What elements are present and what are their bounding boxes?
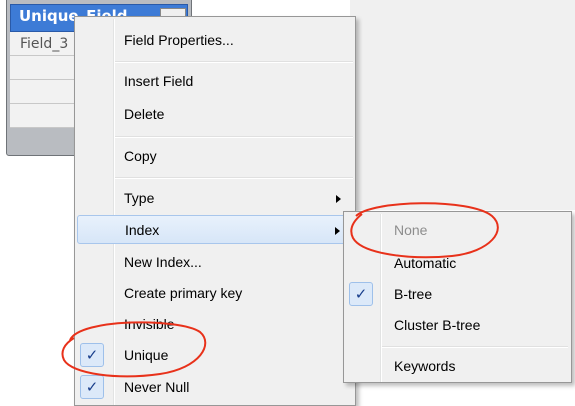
menu-item-type[interactable]: Type [77, 184, 353, 213]
menu-item-delete[interactable]: Delete [77, 100, 353, 129]
context-menu: Field Properties... Insert Field Delete … [74, 16, 356, 406]
menu-item-label: Copy [124, 148, 157, 164]
submenu-item-keywords[interactable]: Keywords [346, 352, 569, 381]
checkmark-icon: ✓ [80, 343, 104, 367]
menu-item-label: Unique [124, 347, 169, 363]
menu-separator [115, 61, 353, 63]
background-panel [350, 0, 575, 210]
menu-item-copy[interactable]: Copy [77, 142, 353, 171]
checkmark-icon: ✓ [80, 375, 104, 399]
menu-item-label: Delete [124, 106, 165, 122]
submenu-item-b-tree[interactable]: ✓ B-tree [346, 280, 569, 309]
menu-item-never-null[interactable]: ✓ Never Null [77, 373, 353, 402]
menu-separator [115, 136, 353, 138]
checkmark-icon: ✓ [349, 282, 373, 306]
menu-item-label: Cluster B-tree [394, 317, 481, 333]
menu-item-invisible[interactable]: Invisible [77, 310, 353, 339]
index-submenu: None Automatic ✓ B-tree Cluster B-tree K… [343, 211, 572, 383]
menu-item-label: Keywords [394, 358, 456, 374]
submenu-item-cluster-b-tree[interactable]: Cluster B-tree [346, 311, 569, 340]
menu-item-label: None [394, 222, 428, 238]
menu-item-label: Automatic [394, 255, 457, 271]
menu-item-label: New Index... [124, 254, 202, 270]
menu-separator [115, 177, 353, 179]
submenu-arrow-icon [336, 195, 341, 203]
menu-item-label: Insert Field [124, 73, 194, 89]
table-row-label: Field_3 [20, 36, 69, 52]
menu-item-label: Index [125, 222, 160, 238]
menu-item-new-index[interactable]: New Index... [77, 248, 353, 277]
menu-item-label: Field Properties... [124, 32, 234, 48]
menu-item-label: Type [124, 190, 155, 206]
menu-item-label: Invisible [124, 316, 175, 332]
menu-item-field-properties[interactable]: Field Properties... [77, 26, 353, 55]
submenu-item-automatic[interactable]: Automatic [346, 249, 569, 278]
menu-item-insert-field[interactable]: Insert Field [77, 67, 353, 96]
menu-item-label: Never Null [124, 379, 190, 395]
menu-item-label: Create primary key [124, 285, 243, 301]
submenu-arrow-icon [335, 227, 340, 235]
submenu-item-none: None [346, 216, 569, 245]
menu-item-create-primary-key[interactable]: Create primary key [77, 279, 353, 308]
menu-separator [382, 346, 568, 348]
menu-item-label: B-tree [394, 286, 433, 302]
menu-item-index[interactable]: Index [77, 215, 353, 244]
menu-item-unique[interactable]: ✓ Unique [77, 341, 353, 370]
